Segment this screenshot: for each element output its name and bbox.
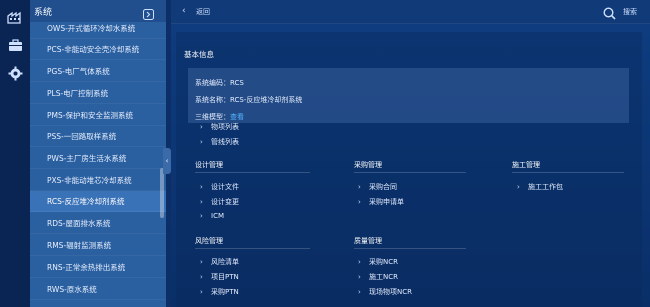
- chevron-right-icon: ›: [200, 288, 203, 296]
- purchase-ncr-link[interactable]: › 采购NCR: [358, 257, 398, 267]
- chevron-right-icon: ›: [358, 183, 361, 191]
- chevron-right-icon: ›: [200, 212, 203, 220]
- sidebar-item-rws[interactable]: RWS-原水系统: [30, 279, 166, 300]
- purchase-ptn-label: 采购PTN: [211, 288, 239, 296]
- pipe-list-link[interactable]: › 管线列表: [200, 137, 239, 147]
- construction-ncr-link[interactable]: › 施工NCR: [358, 272, 398, 282]
- system-code-line: 系统编码：RCS: [195, 78, 244, 88]
- chevron-right-icon: ›: [517, 183, 520, 191]
- chevron-right-icon: ›: [200, 273, 203, 281]
- project-ptn-link[interactable]: › 项目PTN: [200, 272, 239, 282]
- back-arrow-icon[interactable]: ‹: [182, 6, 192, 17]
- sidebar-item-pls[interactable]: PLS-电厂控制系统: [30, 83, 166, 104]
- purchase-ncr-label: 采购NCR: [369, 258, 398, 266]
- system-name-line: 系统名称：RCS-反应堆冷却剂系统: [195, 95, 302, 105]
- purchase-ptn-link[interactable]: › 采购PTN: [200, 287, 239, 297]
- chevron-right-icon: ›: [200, 183, 203, 191]
- design-file-link[interactable]: › 设计文件: [200, 182, 239, 192]
- purchase-request-label: 采购申请单: [369, 198, 404, 206]
- construction-group-title: 施工管理: [512, 161, 540, 169]
- icm-link[interactable]: › ICM: [200, 212, 224, 220]
- purchase-contract-link[interactable]: › 采购合同: [358, 182, 397, 192]
- chevron-right-icon: ›: [200, 258, 203, 266]
- risk-list-label: 风险清单: [211, 258, 239, 266]
- risk-group-divider: [195, 248, 310, 249]
- project-ptn-label: 项目PTN: [211, 273, 239, 281]
- model-view-link[interactable]: 查看: [230, 113, 244, 121]
- search-icon[interactable]: [603, 5, 616, 20]
- main-content: ‹ 返回 搜索 基本信息 系统编码：RCS 系统名称：RCS-反应堆冷却剂系统 …: [171, 0, 650, 307]
- basic-info-title: 基本信息: [184, 50, 214, 59]
- system-name-value: RCS-反应堆冷却剂系统: [230, 96, 303, 104]
- system-sidebar: 系统 OWS-开式循环冷却水系统 PCS-非能动安全壳冷却系统 PGS-电厂气体…: [30, 0, 166, 307]
- risk-group-title: 风险管理: [195, 237, 223, 245]
- design-change-link[interactable]: › 设计变更: [200, 197, 239, 207]
- chevron-right-icon: ›: [358, 273, 361, 281]
- sidebar-item-pws[interactable]: PWS-主厂房生活水系统: [30, 148, 166, 169]
- procurement-group-divider: [354, 172, 466, 173]
- search-link[interactable]: 搜索: [623, 7, 637, 17]
- chevron-right-icon: ›: [358, 198, 361, 206]
- item-list-link[interactable]: › 物项列表: [200, 122, 239, 132]
- chevron-right-icon: ›: [200, 198, 203, 206]
- design-group-divider: [195, 172, 310, 173]
- site-item-ncr-link[interactable]: › 现场物项NCR: [358, 287, 412, 297]
- sidebar-toggle-button[interactable]: ‹: [163, 148, 171, 174]
- purchase-request-link[interactable]: › 采购申请单: [358, 197, 404, 207]
- sidebar-scrollbar[interactable]: [160, 168, 164, 218]
- briefcase-icon[interactable]: [7, 37, 23, 53]
- icm-label: ICM: [211, 212, 224, 220]
- model-label: 三维模型：: [195, 113, 230, 121]
- back-link[interactable]: 返回: [196, 7, 210, 17]
- chevron-right-icon: ›: [358, 288, 361, 296]
- system-code-label: 系统编码：: [195, 79, 230, 87]
- construction-group-divider: [512, 172, 624, 173]
- quality-group-title: 质量管理: [354, 237, 382, 245]
- sidebar-item-pgs[interactable]: PGS-电厂气体系统: [30, 61, 166, 82]
- sidebar-title: 系统: [34, 8, 53, 18]
- design-group-title: 设计管理: [195, 161, 223, 169]
- system-name-label: 系统名称：: [195, 96, 230, 104]
- procurement-group-title: 采购管理: [354, 161, 382, 169]
- chevron-right-icon: ›: [358, 258, 361, 266]
- sidebar-item-rms[interactable]: RMS-辐射监测系统: [30, 235, 166, 256]
- sidebar-item-rds[interactable]: RDS-屋面排水系统: [30, 213, 166, 234]
- chevron-right-icon: ›: [200, 123, 203, 131]
- sidebar-item-pxs[interactable]: PXS-非能动堆芯冷却系统: [30, 170, 166, 191]
- work-package-link[interactable]: › 施工工作包: [517, 182, 563, 192]
- system-code-value: RCS: [230, 79, 244, 87]
- top-bar: ‹ 返回 搜索: [171, 0, 650, 24]
- pipe-list-label: 管线列表: [211, 138, 239, 146]
- sidebar-collapse-icon[interactable]: [143, 5, 154, 20]
- chevron-right-icon: ›: [200, 138, 203, 146]
- sidebar-item-rcs[interactable]: RCS-反应堆冷却剂系统: [30, 191, 166, 212]
- site-item-ncr-label: 现场物项NCR: [369, 288, 412, 296]
- sidebar-item-pcs[interactable]: PCS-非能动安全壳冷却系统: [30, 39, 166, 60]
- sidebar-item-rns[interactable]: RNS-正常余热排出系统: [30, 257, 166, 278]
- construction-ncr-label: 施工NCR: [369, 273, 398, 281]
- factory-icon[interactable]: [7, 9, 23, 25]
- work-package-label: 施工工作包: [528, 183, 563, 191]
- item-list-label: 物项列表: [211, 123, 239, 131]
- risk-list-link[interactable]: › 风险清单: [200, 257, 239, 267]
- quality-group-divider: [354, 248, 466, 249]
- purchase-contract-label: 采购合同: [369, 183, 397, 191]
- model-line: 三维模型：查看: [195, 112, 244, 122]
- settings-gear-icon[interactable]: [7, 65, 23, 81]
- sidebar-item-pss[interactable]: PSS-一回路取样系统: [30, 126, 166, 147]
- icon-rail: [0, 0, 30, 307]
- sidebar-item-ows[interactable]: OWS-开式循环冷却水系统: [30, 18, 166, 39]
- sidebar-item-pms[interactable]: PMS-保护和安全监测系统: [30, 105, 166, 126]
- design-file-label: 设计文件: [211, 183, 239, 191]
- design-change-label: 设计变更: [211, 198, 239, 206]
